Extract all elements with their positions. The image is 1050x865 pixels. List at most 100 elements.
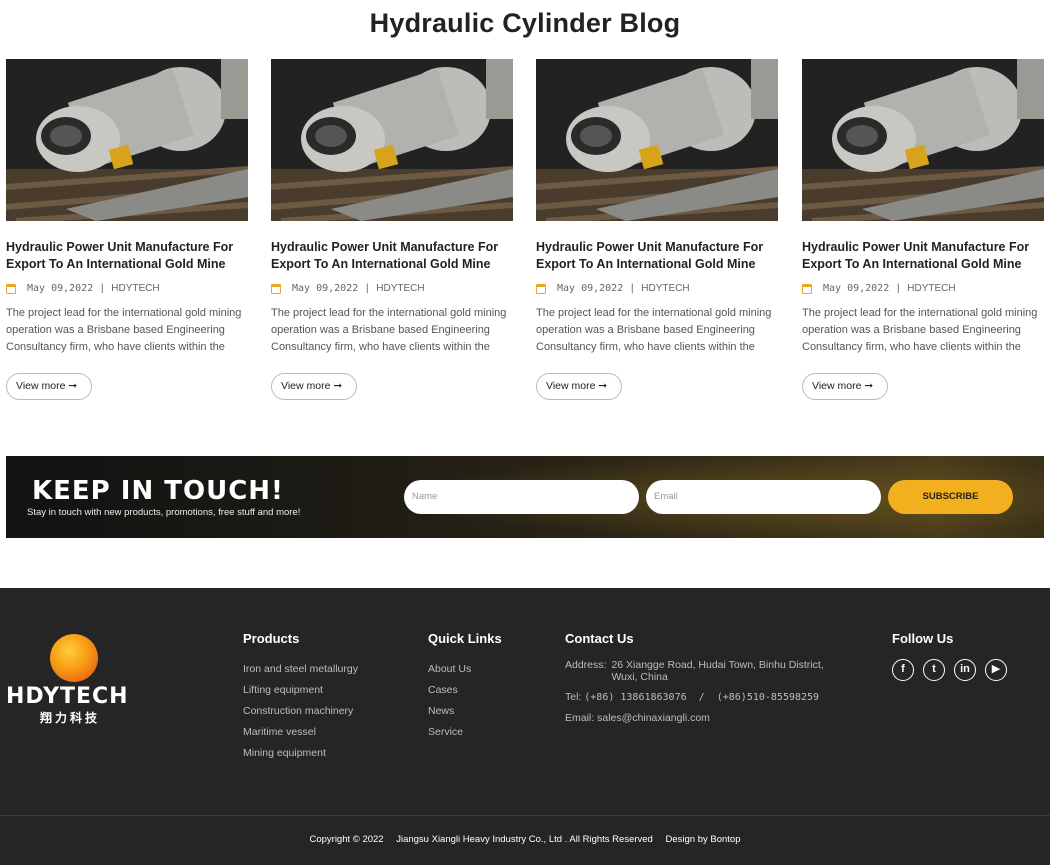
calendar-icon: [271, 283, 281, 294]
contact-tel: Tel: (+86) 13861863076 / (+86)510-855982…: [565, 691, 845, 704]
blog-card-date: May 09,2022: [292, 283, 359, 294]
footer-link[interactable]: Mining equipment: [243, 743, 358, 764]
blog-card-author: HDYTECH: [111, 283, 160, 294]
arrow-right-icon: ➞: [598, 380, 608, 392]
calendar-icon: [536, 283, 546, 294]
site-footer: HDYTECH 翔力科技 Products Iron and steel met…: [0, 588, 1050, 865]
company-logo[interactable]: HDYTECH 翔力科技: [6, 634, 146, 726]
blog-card-meta: May 09,2022 | HDYTECH: [271, 283, 425, 294]
blog-card-excerpt: The project lead for the international g…: [536, 307, 772, 353]
blog-card-meta: May 09,2022 | HDYTECH: [536, 283, 690, 294]
cylinder-photo: [802, 59, 1044, 221]
blog-card-author: HDYTECH: [641, 283, 690, 294]
newsletter-heading: KEEP IN TOUCH!: [32, 476, 284, 506]
blog-card-author: HDYTECH: [376, 283, 425, 294]
blog-card-date: May 09,2022: [27, 283, 94, 294]
follow-heading: Follow Us: [892, 631, 954, 646]
twitter-icon[interactable]: t: [923, 659, 945, 681]
footer-products: Products Iron and steel metallurgy Lifti…: [243, 631, 358, 764]
view-more-label: View more: [16, 380, 66, 392]
facebook-icon[interactable]: f: [892, 659, 914, 681]
view-more-button[interactable]: View more ➞: [802, 373, 889, 400]
logo-emblem: [50, 634, 98, 682]
blog-card[interactable]: Hydraulic Power Unit Manufacture For Exp…: [802, 59, 1044, 400]
tel-label: Tel:: [565, 691, 582, 703]
logo-chinese-name: 翔力科技: [40, 711, 101, 725]
address-value: 26 Xiangge Road, Hudai Town, Binhu Distr…: [611, 659, 823, 683]
blog-card-excerpt: The project lead for the international g…: [271, 307, 507, 353]
footer-link[interactable]: About Us: [428, 659, 502, 680]
address-line-1: 26 Xiangge Road, Hudai Town, Binhu Distr…: [611, 659, 824, 671]
blog-card-author: HDYTECH: [907, 283, 956, 294]
blog-card-list: Hydraulic Power Unit Manufacture For Exp…: [6, 59, 1044, 404]
blog-card-date: May 09,2022: [823, 283, 890, 294]
contact-email: Email: sales@chinaxiangli.com: [565, 712, 845, 724]
meta-separator: |: [99, 283, 106, 294]
tel-value[interactable]: (+86) 13861863076 / (+86)510-85598259: [584, 692, 819, 703]
footer-link[interactable]: Service: [428, 722, 502, 743]
quick-links-heading: Quick Links: [428, 631, 502, 646]
footer-link[interactable]: Construction machinery: [243, 701, 358, 722]
view-more-button[interactable]: View more ➞: [6, 373, 93, 400]
copyright-prefix: Copyright ©: [309, 834, 360, 845]
footer-link[interactable]: Lifting equipment: [243, 680, 358, 701]
address-line-2: Wuxi, China: [611, 671, 668, 683]
meta-separator: |: [629, 283, 636, 294]
blog-card-meta: May 09,2022 | HDYTECH: [802, 283, 956, 294]
email-input[interactable]: Email: [646, 480, 881, 514]
copyright: Copyright © 2022 Jiangsu Xiangli Heavy I…: [0, 834, 1050, 845]
blog-card-title[interactable]: Hydraulic Power Unit Manufacture For Exp…: [271, 239, 513, 273]
view-more-label: View more: [281, 380, 331, 392]
blog-card-title[interactable]: Hydraulic Power Unit Manufacture For Exp…: [6, 239, 248, 273]
blog-card[interactable]: Hydraulic Power Unit Manufacture For Exp…: [6, 59, 248, 400]
cylinder-photo: [536, 59, 778, 221]
footer-link[interactable]: News: [428, 701, 502, 722]
cylinder-photo: [6, 59, 248, 221]
blog-card-date: May 09,2022: [557, 283, 624, 294]
footer-follow: Follow Us f t in ▶: [892, 631, 1007, 681]
footer-link[interactable]: Iron and steel metallurgy: [243, 659, 358, 680]
youtube-icon[interactable]: ▶: [985, 659, 1007, 681]
footer-quick-links: Quick Links About Us Cases News Service: [428, 631, 502, 743]
newsletter-subheading: Stay in touch with new products, promoti…: [27, 507, 301, 518]
subscribe-button[interactable]: SUBSCRIBE: [888, 480, 1013, 514]
blog-card-image[interactable]: [6, 59, 248, 221]
page-title: Hydraulic Cylinder Blog: [369, 8, 681, 38]
blog-card-image[interactable]: [536, 59, 778, 221]
calendar-icon: [802, 283, 812, 294]
name-input[interactable]: Name: [404, 480, 639, 514]
copyright-year: 2022: [362, 834, 384, 845]
newsletter-banner: KEEP IN TOUCH! Stay in touch with new pr…: [6, 456, 1044, 538]
blog-card-excerpt: The project lead for the international g…: [802, 307, 1038, 353]
arrow-right-icon: ➞: [864, 380, 874, 392]
linkedin-icon[interactable]: in: [954, 659, 976, 681]
logo-wordmark: HDYTECH: [6, 684, 129, 709]
arrow-right-icon: ➞: [333, 380, 343, 392]
blog-card-title[interactable]: Hydraulic Power Unit Manufacture For Exp…: [536, 239, 778, 273]
contact-heading: Contact Us: [565, 631, 634, 646]
cylinder-photo: [271, 59, 513, 221]
products-heading: Products: [243, 631, 300, 646]
view-more-label: View more: [546, 380, 596, 392]
footer-link[interactable]: Maritime vessel: [243, 722, 358, 743]
view-more-button[interactable]: View more ➞: [536, 373, 623, 400]
footer-divider: [0, 815, 1050, 816]
blog-card[interactable]: Hydraulic Power Unit Manufacture For Exp…: [271, 59, 513, 400]
design-credit[interactable]: Design by Bontop: [666, 834, 741, 845]
view-more-button[interactable]: View more ➞: [271, 373, 358, 400]
meta-separator: |: [364, 283, 371, 294]
address-label: Address:: [565, 659, 607, 671]
email-value[interactable]: sales@chinaxiangli.com: [597, 712, 710, 724]
meta-separator: |: [895, 283, 902, 294]
blog-card[interactable]: Hydraulic Power Unit Manufacture For Exp…: [536, 59, 778, 400]
footer-contact: Contact Us Address: 26 Xiangge Road, Hud…: [565, 631, 845, 732]
footer-link[interactable]: Cases: [428, 680, 502, 701]
blog-card-image[interactable]: [271, 59, 513, 221]
email-label: Email:: [565, 712, 595, 724]
blog-card-title[interactable]: Hydraulic Power Unit Manufacture For Exp…: [802, 239, 1044, 273]
social-icons: f t in ▶: [892, 659, 1007, 681]
view-more-label: View more: [812, 380, 862, 392]
blog-card-image[interactable]: [802, 59, 1044, 221]
blog-card-excerpt: The project lead for the international g…: [6, 307, 242, 353]
calendar-icon: [6, 283, 16, 294]
